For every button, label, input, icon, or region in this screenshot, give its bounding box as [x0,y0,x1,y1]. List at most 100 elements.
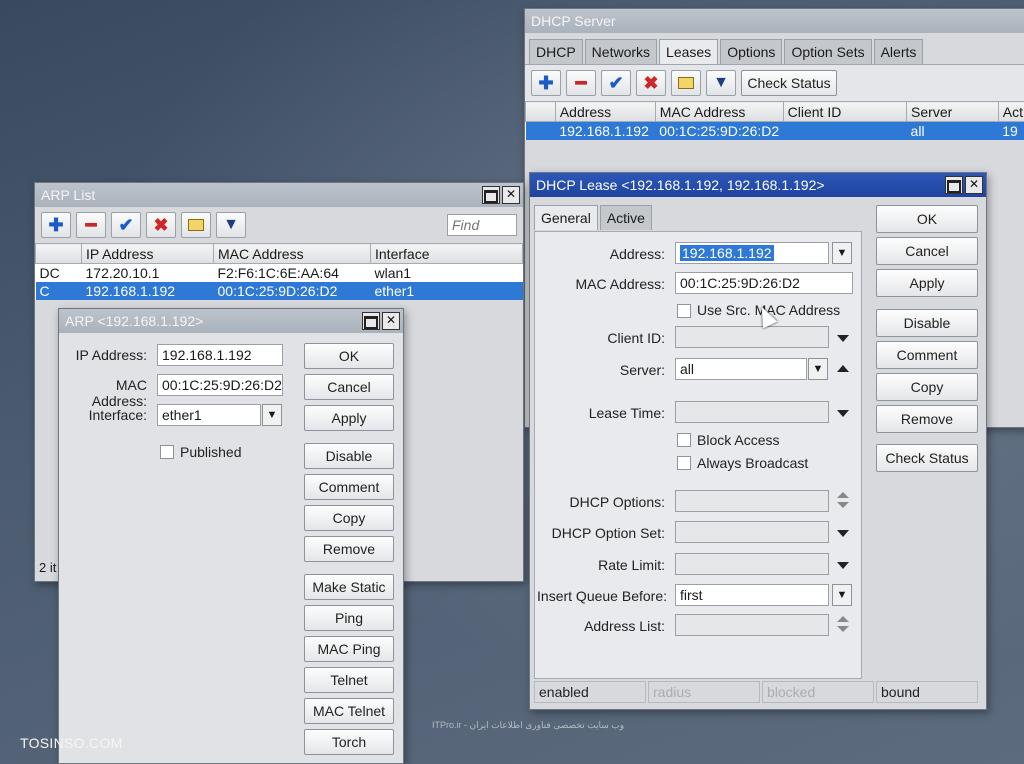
chevron-down-icon[interactable] [837,530,849,537]
comment-icon[interactable] [671,70,701,96]
disable-button[interactable]: Disable [876,309,978,337]
column-header-client-id[interactable]: Client ID [782,101,908,122]
mac-telnet-button[interactable]: MAC Telnet [304,698,394,724]
mac-address-field[interactable]: 00:1C:25:9D:26:D2 [157,374,283,396]
chevron-up-icon[interactable] [837,365,849,372]
tab-dhcp[interactable]: DHCP [529,39,583,64]
comment-button[interactable]: Comment [876,341,978,369]
dhcp-options-field[interactable] [675,490,829,512]
lease-time-field[interactable] [675,401,829,423]
chevron-down-icon[interactable]: ▼ [832,584,852,606]
rate-limit-field[interactable] [675,553,829,575]
remove-button[interactable]: Remove [876,405,978,433]
maximize-icon[interactable] [362,312,380,330]
telnet-button[interactable]: Telnet [304,667,394,693]
block-access-checkbox[interactable] [677,433,691,447]
apply-button[interactable]: Apply [876,269,978,297]
disable-icon[interactable]: ✖ [146,212,176,238]
dhcp-option-set-field[interactable] [675,521,829,543]
disable-button[interactable]: Disable [304,443,394,469]
comment-icon[interactable] [181,212,211,238]
ping-button[interactable]: Ping [304,605,394,631]
chevron-down-icon[interactable]: ▼ [808,358,828,380]
column-header-interface[interactable]: Interface [370,243,523,264]
always-broadcast-checkbox[interactable] [677,456,691,470]
watermark: TOSINSO.COM [20,735,123,751]
copy-button[interactable]: Copy [876,373,978,401]
chevron-down-icon[interactable]: ▼ [832,242,852,264]
table-row[interactable]: 192.168.1.192 00:1C:25:9D:26:D2 all 19 [525,121,1024,140]
maximize-icon[interactable] [945,176,963,194]
tab-general[interactable]: General [534,205,598,230]
chevron-down-icon[interactable] [837,562,849,569]
dhcp-lease-window: DHCP Lease <192.168.1.192, 192.168.1.192… [529,172,987,710]
mac-address-field[interactable]: 00:1C:25:9D:26:D2 [675,272,853,294]
enable-icon[interactable]: ✔ [601,70,631,96]
close-icon[interactable]: ✕ [382,312,400,330]
add-icon[interactable]: ✚ [531,70,561,96]
close-icon[interactable]: ✕ [502,186,520,204]
arp-list-titlebar[interactable]: ARP List ✕ [35,183,523,207]
close-icon[interactable]: ✕ [965,176,983,194]
tab-alerts[interactable]: Alerts [873,39,924,64]
tab-active[interactable]: Active [599,205,652,230]
copy-button[interactable]: Copy [304,505,394,531]
status-enabled: enabled [534,681,646,703]
column-header-active[interactable]: Act [997,101,1024,122]
table-row[interactable]: C 192.168.1.192 00:1C:25:9D:26:D2 ether1 [35,281,523,300]
dhcp-server-titlebar[interactable]: DHCP Server [525,9,1024,33]
chevron-down-icon[interactable] [837,410,849,417]
mac-ping-button[interactable]: MAC Ping [304,636,394,662]
find-input[interactable] [447,214,517,236]
column-header-mac[interactable]: MAC Address [654,101,784,122]
column-header-flag[interactable] [525,101,556,122]
maximize-icon[interactable] [482,186,500,204]
ok-button[interactable]: OK [304,343,394,369]
row-flag: C [35,281,82,300]
chevron-down-icon[interactable] [837,335,849,342]
tab-option-sets[interactable]: Option Sets [784,39,872,64]
dhcp-lease-titlebar[interactable]: DHCP Lease <192.168.1.192, 192.168.1.192… [530,173,986,197]
interface-select[interactable]: ether1 [157,404,261,426]
remove-icon[interactable]: ━ [76,212,106,238]
server-select[interactable]: all [675,358,807,380]
ip-address-field[interactable]: 192.168.1.192 [157,344,283,366]
enable-icon[interactable]: ✔ [111,212,141,238]
filter-icon[interactable]: ▼ [216,212,246,238]
tab-networks[interactable]: Networks [584,39,658,64]
published-checkbox[interactable] [160,445,174,459]
ok-button[interactable]: OK [876,205,978,233]
use-src-mac-checkbox[interactable] [677,304,691,318]
cancel-button[interactable]: Cancel [876,237,978,265]
column-header-mac[interactable]: MAC Address [213,243,371,264]
column-header-address[interactable]: Address [554,101,656,122]
cancel-button[interactable]: Cancel [304,374,394,400]
remove-icon[interactable]: ━ [566,70,596,96]
up-down-icon[interactable] [837,492,849,510]
chevron-down-icon[interactable]: ▼ [262,404,282,426]
arp-entry-titlebar[interactable]: ARP <192.168.1.192> ✕ [59,309,403,333]
comment-button[interactable]: Comment [304,474,394,500]
add-icon[interactable]: ✚ [41,212,71,238]
address-field[interactable]: 192.168.1.192 [675,242,829,264]
column-header-ip[interactable]: IP Address [81,243,214,264]
column-header-server[interactable]: Server [906,101,999,122]
up-down-icon[interactable] [837,616,849,634]
footer-text: ITPro.ir - وب سایت تخصصی فناوری اطلاعات … [432,720,625,730]
disable-icon[interactable]: ✖ [636,70,666,96]
address-list-field[interactable] [675,614,829,636]
remove-button[interactable]: Remove [304,536,394,562]
filter-icon[interactable]: ▼ [706,70,736,96]
insert-queue-select[interactable]: first [675,584,829,606]
column-header-flag[interactable] [35,243,82,264]
table-row[interactable]: DC 172.20.10.1 F2:F6:1C:6E:AA:64 wlan1 [36,264,523,282]
torch-button[interactable]: Torch [304,729,394,755]
client-id-field[interactable] [675,326,829,348]
check-status-button[interactable]: Check Status [741,70,837,96]
make-static-button[interactable]: Make Static [304,574,394,600]
tab-options[interactable]: Options [720,39,783,64]
tab-leases[interactable]: Leases [659,39,719,64]
check-status-button[interactable]: Check Status [876,444,978,472]
apply-button[interactable]: Apply [304,405,394,431]
dhcp-option-set-label: DHCP Option Set: [551,525,665,541]
